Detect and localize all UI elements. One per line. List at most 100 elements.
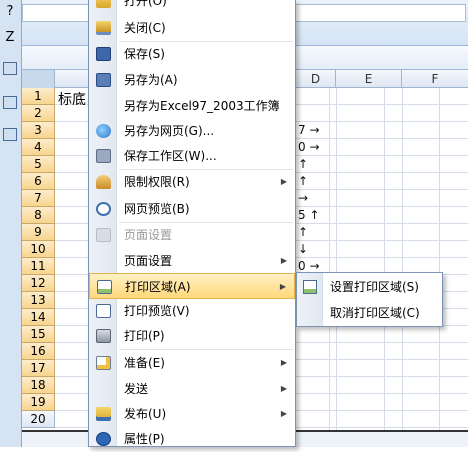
row-header-15[interactable]: 15 [22,326,55,343]
menu-item-label: 打开(O) [124,0,167,8]
menu-item-label: 限制权限(R) [124,175,190,189]
menu-item-label: 准备(E) [124,356,165,370]
toolbar-button-icon[interactable] [3,96,17,109]
submenu-arrow-icon: ▶ [280,256,287,265]
menu-item-label: 发送 [124,382,149,396]
properties-icon [96,432,111,446]
menu-item-label: 另存为网页(G)... [124,124,215,138]
row-header-4[interactable]: 4 [22,139,55,156]
workspace-icon [96,149,111,163]
row-header-6[interactable]: 6 [22,173,55,190]
row-header-20[interactable]: 20 [22,411,55,428]
toolbar-button-icon[interactable] [3,62,17,75]
clear-print-area-item[interactable]: 取消打印区域(C) [297,300,442,326]
sort-glyph[interactable]: Z [2,30,18,46]
cell-a1[interactable]: 标底 [58,89,86,109]
page-setup-icon [96,228,111,242]
menu-item-label: 网页预览(B) [124,202,190,216]
menu-item-label: 保存工作区(W)... [124,149,217,163]
menu-item-label: 另存为(A) [124,73,178,87]
cell-d6-fragment[interactable]: ↑ [298,174,308,188]
print-icon [96,329,111,343]
menu-item-label: 页面设置 [124,228,173,242]
menu-item-13[interactable]: 打印(P) [89,323,295,349]
row-header-5[interactable]: 5 [22,156,55,173]
column-header-f[interactable]: F [402,70,468,88]
menu-item-9: 页面设置 [89,222,295,248]
menu-item-label: 关闭(C) [124,21,166,35]
web-preview-icon [96,202,111,216]
submenu-arrow-icon: ▶ [280,384,287,393]
menu-item-15[interactable]: 发送 ▶ [89,376,295,402]
save-icon [96,47,111,61]
row-header-17[interactable]: 17 [22,360,55,377]
submenu-arrow-icon: ▶ [280,177,287,186]
cell-d7-fragment[interactable]: → [298,191,308,205]
web-page-icon [96,124,111,138]
submenu-item-label: 取消打印区域(C) [330,306,420,320]
submenu-arrow-icon: ▶ [279,282,286,291]
row-header-2[interactable]: 2 [22,105,55,122]
menu-item-2[interactable]: 保存(S) [89,41,295,67]
publish-icon [96,407,111,421]
menu-item-label: 打印预览(V) [124,304,190,318]
menu-item-0[interactable]: 打开(O) [89,0,295,14]
menu-item-label: 打印区域(A) [125,280,191,294]
menu-item-label: 打印(P) [124,329,165,343]
column-header-e[interactable]: E [336,70,402,88]
menu-item-4[interactable]: 另存为Excel97_2003工作簿 [89,93,295,119]
menu-item-3[interactable]: 另存为(A) [89,67,295,93]
menu-item-7[interactable]: 限制权限(R) ▶ [89,169,295,195]
row-header-7[interactable]: 7 [22,190,55,207]
menu-item-17[interactable]: 属性(P) [89,426,295,452]
office-button-menu: 打开(O) 关闭(C) 保存(S) 另存为(A) 另存为Excel97_2003工作簿另… [88,0,296,447]
submenu-arrow-icon: ▶ [280,409,287,418]
prepare-icon [96,356,111,370]
row-header-16[interactable]: 16 [22,343,55,360]
cell-d9-fragment[interactable]: ↑ [298,225,308,239]
row-header-3[interactable]: 3 [22,122,55,139]
cell-d10-fragment[interactable]: ↓ [298,242,308,256]
help-glyph[interactable]: ? [2,4,18,20]
select-all-corner[interactable] [22,70,55,88]
row-header-14[interactable]: 14 [22,309,55,326]
submenu-item-label: 设置打印区域(S) [330,280,419,294]
menu-item-label: 发布(U) [124,407,167,421]
open-icon [96,0,111,8]
print-preview-icon [96,304,111,318]
row-header-18[interactable]: 18 [22,377,55,394]
left-toolbar: ? Z [0,0,22,447]
menu-item-6[interactable]: 保存工作区(W)... [89,143,295,169]
menu-item-label: 保存(S) [124,47,165,61]
set-print-area-item[interactable]: 设置打印区域(S) [297,274,442,300]
print-area-icon [97,280,112,294]
menu-item-11[interactable]: 打印区域(A) ▶ [89,273,295,299]
menu-item-label: 属性(P) [124,432,165,446]
row-header-11[interactable]: 11 [22,258,55,275]
row-header-9[interactable]: 9 [22,224,55,241]
cell-d8-fragment[interactable]: 5 ↑ [298,208,320,222]
menu-item-16[interactable]: 发布(U) ▶ [89,401,295,427]
cell-d5-fragment[interactable]: ↑ [298,157,308,171]
row-header-13[interactable]: 13 [22,292,55,309]
row-header-10[interactable]: 10 [22,241,55,258]
row-header-8[interactable]: 8 [22,207,55,224]
row-header-19[interactable]: 19 [22,394,55,411]
menu-item-1[interactable]: 关闭(C) [89,15,295,41]
menu-item-label: 页面设置 [124,254,173,268]
cell-d3-fragment[interactable]: 7 → [298,123,320,137]
menu-item-label: 另存为Excel97_2003工作簿 [124,99,280,113]
set-print-area-icon [303,280,317,294]
menu-item-14[interactable]: 准备(E) ▶ [89,350,295,376]
menu-item-5[interactable]: 另存为网页(G)... [89,118,295,144]
row-header-12[interactable]: 12 [22,275,55,292]
cell-d11-fragment[interactable]: 0 → [298,259,320,273]
menu-item-12[interactable]: 打印预览(V) [89,298,295,324]
menu-item-8[interactable]: 网页预览(B) [89,196,295,222]
toolbar-button-icon[interactable] [3,128,17,141]
cell-d4-fragment[interactable]: 0 → [298,140,320,154]
save-as-icon [96,73,111,87]
menu-item-10[interactable]: 页面设置 ▶ [89,248,295,274]
row-header-1[interactable]: 1 [22,88,55,105]
column-header-d[interactable]: D [296,70,336,88]
